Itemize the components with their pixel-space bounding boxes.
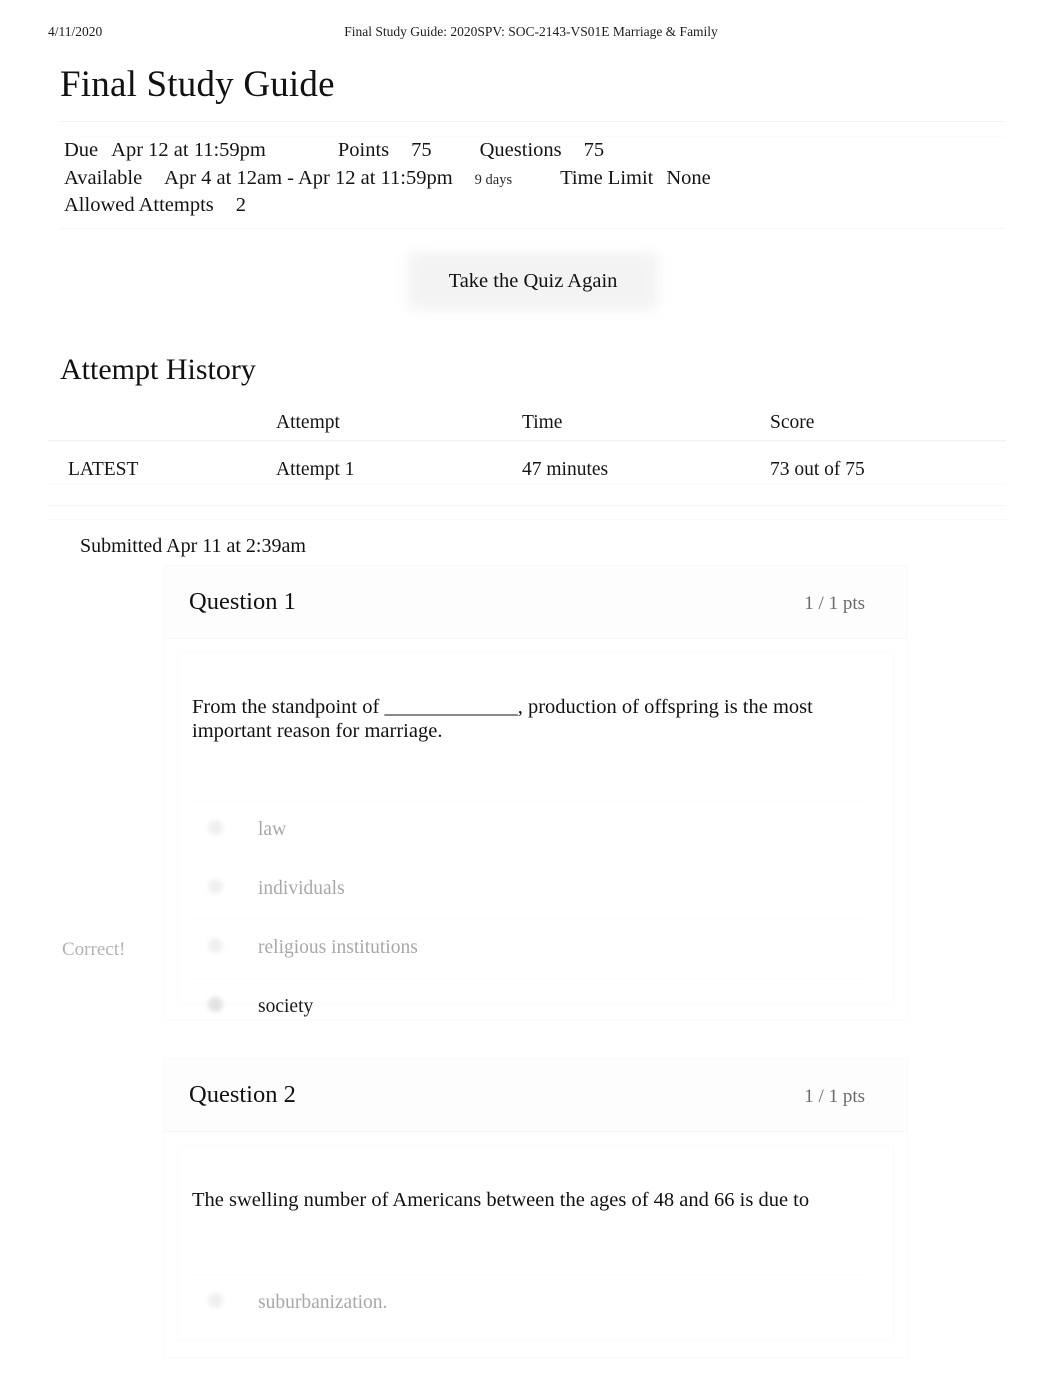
attempt-latest-flag: LATEST bbox=[68, 459, 139, 480]
answer-option-selected[interactable]: society bbox=[192, 978, 864, 1037]
question-block: Question 2 1 / 1 pts The swelling number… bbox=[163, 1058, 908, 1358]
answer-correct-flag: Correct! bbox=[62, 939, 126, 960]
answer-list: law individuals religious institutions s… bbox=[192, 801, 864, 1037]
print-header: 4/11/2020 Final Study Guide: 2020SPV: SO… bbox=[0, 24, 1062, 42]
quiz-meta-row-attempts: Allowed Attempts 2 bbox=[64, 192, 1014, 220]
quiz-meta-row-due: Due Apr 12 at 11:59pm Points 75 Questions 75 bbox=[64, 137, 1014, 165]
allowed-attempts-value: 2 bbox=[235, 194, 247, 216]
allowed-attempts-label: Allowed Attempts bbox=[64, 194, 214, 216]
question-text: From the standpoint of _____________, pr… bbox=[192, 696, 813, 742]
print-document-title: Final Study Guide: 2020SPV: SOC-2143-VS0… bbox=[344, 24, 718, 39]
answer-option[interactable]: individuals bbox=[192, 860, 864, 919]
question-body: The swelling number of Americans between… bbox=[177, 1145, 894, 1341]
radio-button-icon[interactable] bbox=[208, 820, 223, 835]
attempt-score: 73 out of 75 bbox=[770, 459, 865, 480]
points-label: Points bbox=[337, 139, 390, 161]
answer-label: suburbanization. bbox=[258, 1292, 388, 1313]
time-limit-label: Time Limit bbox=[560, 166, 654, 189]
attempt-table-rule-4 bbox=[48, 505, 1006, 506]
attempt-table-rule-2 bbox=[48, 441, 1006, 442]
radio-button-icon[interactable] bbox=[208, 879, 223, 894]
answer-option[interactable]: religious institutions bbox=[192, 919, 864, 978]
quiz-meta-row-available: Available Apr 4 at 12am - Apr 12 at 11:59… bbox=[64, 165, 1014, 193]
available-value: Apr 4 at 12am - Apr 12 at 11:59pm bbox=[164, 166, 453, 189]
attempt-link[interactable]: Attempt 1 bbox=[276, 450, 355, 490]
column-header-attempt: Attempt bbox=[276, 412, 340, 433]
question-title: Question 1 bbox=[189, 588, 296, 615]
radio-button-selected-icon[interactable] bbox=[208, 997, 223, 1012]
meta-divider-bottom bbox=[60, 228, 1005, 229]
radio-button-icon[interactable] bbox=[208, 1293, 223, 1308]
table-header-row: Attempt Time Score bbox=[48, 405, 1008, 441]
question-block: Question 1 1 / 1 pts From the standpoint… bbox=[163, 565, 908, 1020]
submitted-timestamp: Submitted Apr 11 at 2:39am bbox=[80, 535, 306, 557]
take-quiz-again-button[interactable]: Take the Quiz Again bbox=[408, 252, 658, 310]
quiz-metadata: Due Apr 12 at 11:59pm Points 75 Questions 75 … bbox=[64, 137, 1014, 220]
attempt-history-body: LATEST Attempt 1 47 minutes 73 out of 75 bbox=[48, 450, 1008, 490]
question-header: Question 1 1 / 1 pts bbox=[164, 566, 907, 639]
answer-option[interactable]: law bbox=[192, 801, 864, 860]
question-body: From the standpoint of _____________, pr… bbox=[177, 652, 894, 1017]
answer-option[interactable]: suburbanization. bbox=[192, 1274, 864, 1333]
time-limit-value: None bbox=[666, 166, 711, 189]
table-row[interactable]: LATEST Attempt 1 47 minutes 73 out of 75 bbox=[48, 450, 1008, 490]
radio-button-icon[interactable] bbox=[208, 938, 223, 953]
answer-label: law bbox=[258, 819, 287, 840]
questions-label: Questions bbox=[479, 139, 562, 161]
question-header: Question 2 1 / 1 pts bbox=[164, 1059, 907, 1132]
column-header-time: Time bbox=[522, 412, 563, 433]
due-label: Due bbox=[64, 139, 99, 161]
available-label: Available bbox=[64, 166, 143, 189]
points-value: 75 bbox=[411, 139, 432, 161]
answer-label: individuals bbox=[258, 878, 345, 899]
question-points: 1 / 1 pts bbox=[804, 593, 865, 614]
attempt-time: 47 minutes bbox=[522, 459, 609, 480]
question-text: The swelling number of Americans between… bbox=[192, 1189, 810, 1211]
attempt-history-table: Attempt Time Score bbox=[48, 405, 1008, 441]
question-title: Question 2 bbox=[189, 1081, 296, 1108]
attempt-table-rule-5 bbox=[48, 519, 1006, 520]
questions-value: 75 bbox=[583, 139, 605, 161]
column-header-score: Score bbox=[770, 412, 815, 433]
attempt-table-rule-3 bbox=[48, 483, 1006, 484]
answer-label: society bbox=[258, 996, 314, 1017]
page-title: Final Study Guide bbox=[60, 64, 335, 105]
answer-label: religious institutions bbox=[258, 937, 418, 958]
due-value: Apr 12 at 11:59pm bbox=[111, 139, 266, 161]
meta-divider-top bbox=[60, 121, 1005, 122]
available-duration: 9 days bbox=[474, 171, 513, 188]
attempt-history-heading: Attempt History bbox=[60, 353, 256, 386]
question-points: 1 / 1 pts bbox=[804, 1086, 865, 1107]
answer-list: suburbanization. bbox=[192, 1274, 864, 1333]
take-quiz-again-label: Take the Quiz Again bbox=[448, 270, 618, 292]
